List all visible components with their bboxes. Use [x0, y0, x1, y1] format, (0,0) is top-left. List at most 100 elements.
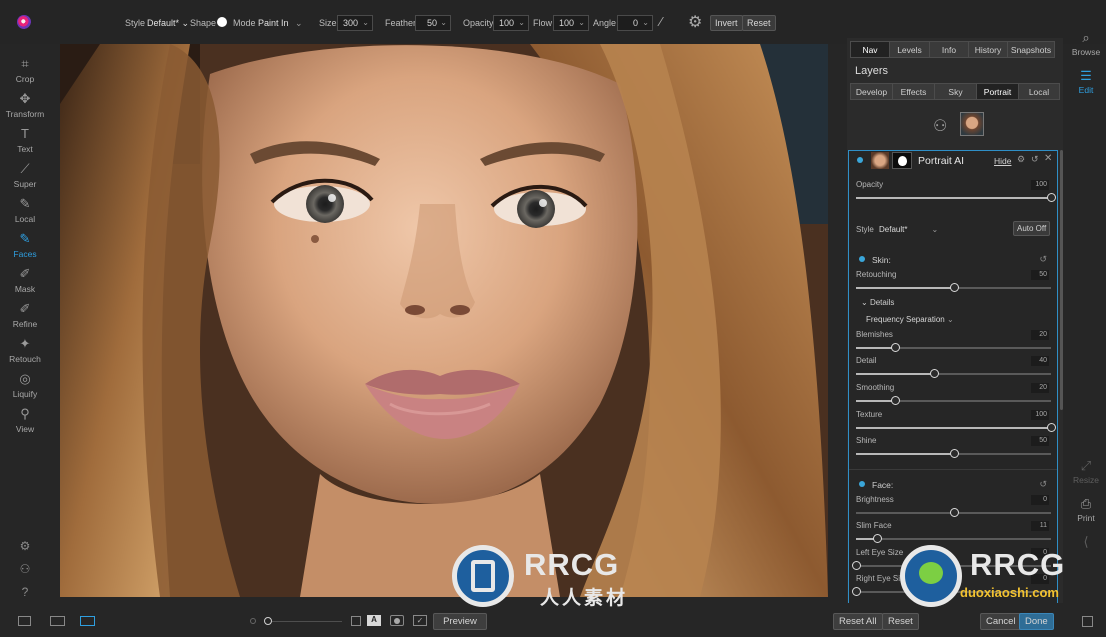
face-toggle-icon[interactable] — [859, 481, 865, 487]
smoothing-slider-knob[interactable] — [891, 396, 900, 405]
panel-left-toggle-icon[interactable] — [18, 616, 31, 626]
tool-text[interactable]: T Text — [0, 126, 50, 154]
left-eye-size-slider-knob[interactable] — [852, 561, 861, 570]
rail-share[interactable]: ⟨ — [1066, 534, 1106, 550]
brightness-slider[interactable] — [856, 508, 1051, 517]
shine-slider-knob[interactable] — [949, 449, 959, 458]
tool-view[interactable]: ⚲ View — [0, 406, 50, 434]
reset-button[interactable]: Reset — [882, 613, 919, 630]
style-dropdown[interactable]: Default* ⌄ — [147, 18, 189, 29]
single-view-icon[interactable] — [80, 616, 95, 626]
right-eye-size-slider-knob[interactable] — [852, 587, 861, 596]
image-canvas[interactable] — [60, 44, 828, 597]
mode-chevron-down-icon[interactable]: ⌄ — [295, 18, 303, 29]
layer-settings-icon[interactable]: ⚙ — [1017, 154, 1025, 165]
frequency-separation-dropdown[interactable]: Frequency Separation ⌄ — [866, 315, 954, 324]
right-eye-size-slider[interactable] — [852, 587, 1051, 596]
smoothing-value[interactable]: 20 — [1031, 383, 1049, 393]
brush-shape-icon[interactable] — [217, 17, 227, 27]
details-toggle[interactable]: ⌄ Details — [861, 298, 894, 307]
filmstrip-icon[interactable] — [50, 616, 65, 626]
slim-face-slider-knob[interactable] — [873, 534, 883, 543]
rail-print[interactable]: ⎙ Print — [1066, 496, 1106, 523]
rail-browse[interactable]: ⌕ Browse — [1066, 30, 1106, 57]
tool-liquify[interactable]: ◎ Liquify — [0, 371, 50, 399]
tool-transform[interactable]: ✥ Transform — [0, 91, 50, 119]
account-icon[interactable]: ⚇ — [17, 562, 33, 576]
zoom-out-icon[interactable] — [250, 618, 256, 624]
opacity-field[interactable]: 100 ⌄ — [493, 15, 529, 31]
detail-slider[interactable] — [856, 369, 1051, 378]
retouching-slider-knob[interactable] — [949, 283, 959, 292]
tool-crop[interactable]: ⌗ Crop — [0, 56, 50, 84]
brightness-value[interactable]: 0 — [1031, 495, 1049, 505]
face-reset-icon[interactable]: ↺ — [1039, 479, 1047, 490]
layer-reset-icon[interactable]: ↺ — [1031, 154, 1039, 165]
retouching-slider[interactable] — [856, 283, 1051, 292]
tab-info[interactable]: Info — [929, 41, 969, 58]
tab-levels[interactable]: Levels — [889, 41, 930, 58]
texture-value[interactable]: 100 — [1031, 410, 1049, 420]
opacity-chevron-icon[interactable]: ⌄ — [518, 18, 525, 27]
tab-portrait[interactable]: Portrait — [976, 83, 1019, 100]
tab-nav[interactable]: Nav — [850, 41, 890, 58]
texture-slider-knob[interactable] — [1047, 423, 1056, 432]
magic-wand-icon[interactable]: ⁄ — [660, 14, 662, 29]
texture-slider[interactable] — [856, 423, 1056, 432]
left-eye-size-slider[interactable] — [852, 561, 1051, 570]
skin-toggle-icon[interactable] — [859, 256, 865, 262]
tool-local[interactable]: ✎ Local — [0, 196, 50, 224]
blemishes-slider-knob[interactable] — [891, 343, 900, 352]
brightness-slider-knob[interactable] — [949, 508, 959, 517]
tab-sky[interactable]: Sky — [934, 83, 977, 100]
opacity-slider-knob[interactable] — [1047, 193, 1056, 202]
mask-view-icon[interactable] — [390, 615, 404, 626]
shine-slider[interactable] — [856, 449, 1051, 458]
skin-section-header[interactable]: Skin: — [859, 255, 891, 265]
opacity-slider[interactable] — [856, 193, 1056, 202]
size-chevron-icon[interactable]: ⌄ — [362, 18, 369, 27]
flow-field[interactable]: 100 ⌄ — [553, 15, 589, 31]
angle-chevron-icon[interactable]: ⌄ — [642, 18, 649, 27]
left-eye-size-value[interactable]: 0 — [1031, 548, 1049, 558]
tool-refine[interactable]: ✐ Refine — [0, 301, 50, 329]
tab-history[interactable]: History — [968, 41, 1008, 58]
shine-value[interactable]: 50 — [1031, 436, 1049, 446]
slim-face-value[interactable]: 11 — [1031, 521, 1049, 531]
blemishes-slider[interactable] — [856, 343, 1051, 352]
style-dropdown[interactable]: Default* ⌄ — [879, 225, 938, 234]
preview-button[interactable]: Preview — [433, 613, 487, 630]
invert-button[interactable]: Invert — [710, 15, 743, 31]
tool-super[interactable]: ⟋ Super — [0, 161, 50, 189]
rail-resize[interactable]: ⤢ Resize — [1066, 458, 1106, 485]
skin-reset-icon[interactable]: ↺ — [1039, 254, 1047, 265]
tool-faces[interactable]: ✎ Faces — [0, 231, 50, 259]
detail-value[interactable]: 40 — [1031, 356, 1049, 366]
tool-mask[interactable]: ✐ Mask — [0, 266, 50, 294]
cancel-button[interactable]: Cancel — [980, 613, 1022, 630]
smoothing-slider[interactable] — [856, 396, 1051, 405]
tab-develop[interactable]: Develop — [850, 83, 893, 100]
layer-name[interactable]: Portrait AI — [918, 155, 964, 167]
rail-edit[interactable]: ☰ Edit — [1066, 68, 1106, 95]
layer-visibility-icon[interactable] — [857, 157, 863, 163]
hide-button[interactable]: Hide — [994, 156, 1011, 166]
zoom-slider[interactable] — [272, 621, 342, 622]
tab-effects[interactable]: Effects — [892, 83, 935, 100]
panel-right-toggle-icon[interactable] — [1082, 616, 1093, 627]
done-button[interactable]: Done — [1019, 613, 1054, 630]
feather-chevron-icon[interactable]: ⌄ — [440, 18, 447, 27]
help-icon[interactable]: ? — [17, 585, 33, 599]
right-eye-size-value[interactable]: 0 — [1031, 574, 1049, 584]
slim-face-slider[interactable] — [856, 534, 1051, 543]
gear-icon[interactable]: ⚙ — [688, 12, 702, 32]
reset-brush-button[interactable]: Reset — [742, 15, 776, 31]
reset-all-button[interactable]: Reset All — [833, 613, 883, 630]
face-section-header[interactable]: Face: — [859, 480, 893, 490]
auto-icon[interactable]: A — [367, 615, 381, 626]
app-logo-icon[interactable] — [17, 15, 31, 29]
zoom-slider-knob[interactable] — [264, 617, 272, 625]
opacity-value[interactable]: 100 — [1031, 180, 1049, 190]
plugin-status-icon[interactable]: ⚙ — [17, 539, 33, 553]
brush-view-icon[interactable]: ✓ — [413, 615, 427, 626]
